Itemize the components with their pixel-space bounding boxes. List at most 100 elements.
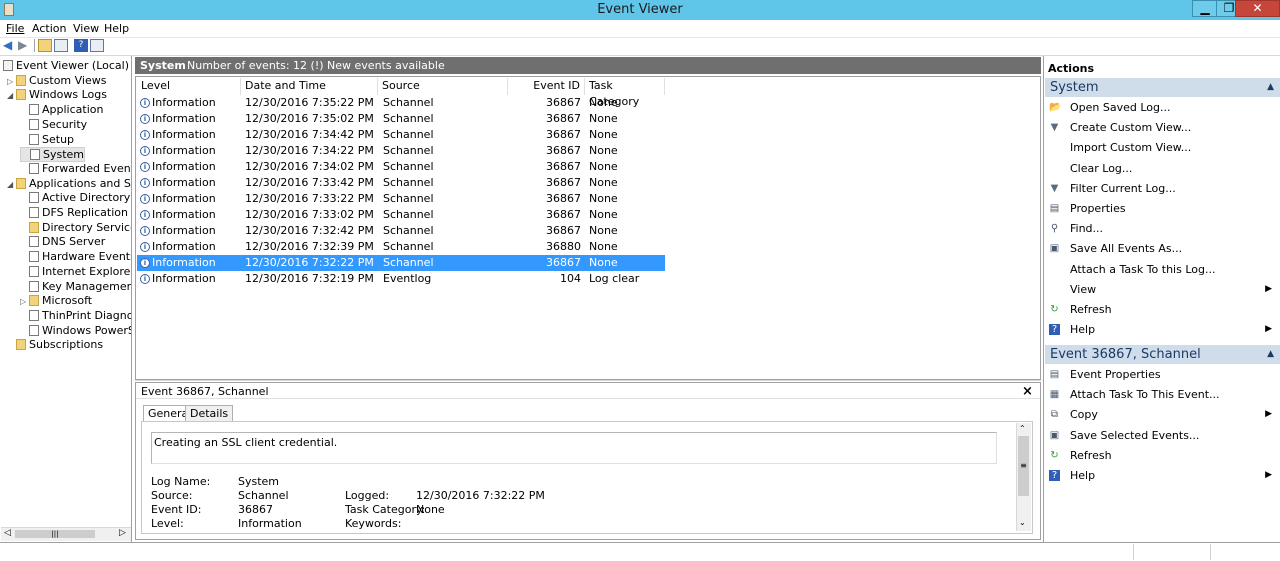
tree-item-event-viewer-local[interactable]: Event Viewer (Local) — [3, 59, 129, 74]
table-row[interactable]: i Information 12/30/2016 7:33:42 PM Schanne… — [137, 175, 665, 191]
collapse-up-icon[interactable]: ▲ — [1267, 345, 1274, 364]
column-date-time[interactable]: Date and Time — [241, 78, 378, 95]
open-folder-icon[interactable] — [38, 39, 52, 52]
action-refresh[interactable]: ↻ Refresh — [1045, 447, 1280, 464]
console-tree-icon[interactable] — [54, 39, 68, 52]
action-event-properties[interactable]: ▤ Event Properties — [1045, 366, 1280, 383]
binoculars-icon: ⚲ — [1050, 223, 1059, 235]
column-event-id[interactable]: Event ID — [508, 78, 585, 95]
detail-scroll-thumb[interactable]: ≡ — [1018, 436, 1029, 496]
close-detail-icon[interactable]: × — [1022, 384, 1033, 399]
close-button[interactable]: ✕ — [1235, 0, 1280, 17]
action-label: Save All Events As... — [1070, 242, 1183, 256]
table-row[interactable]: i Information 12/30/2016 7:32:39 PM Schanne… — [137, 239, 665, 255]
information-icon: i — [140, 98, 150, 108]
tree-scroll-thumb[interactable]: ||| — [15, 530, 95, 538]
tab-details[interactable]: Details — [185, 405, 234, 422]
forward-arrow-icon[interactable]: ▶ — [18, 39, 32, 52]
action-attach-a-task-to-this-log[interactable]: Attach a Task To this Log... — [1045, 261, 1280, 278]
help-icon: ? — [1049, 324, 1060, 336]
collapsed-arrow-icon[interactable]: ▷ — [20, 295, 29, 309]
information-icon: i — [140, 130, 150, 140]
action-view[interactable]: View ▶ — [1045, 281, 1280, 298]
action-save-selected-events[interactable]: ▣ Save Selected Events... — [1045, 427, 1280, 444]
scroll-up-icon[interactable]: ⌃ — [1019, 424, 1026, 433]
action-label: Save Selected Events... — [1070, 428, 1200, 442]
back-arrow-icon[interactable]: ◀ — [3, 39, 17, 52]
tree-item-subscriptions[interactable]: Subscriptions — [7, 338, 103, 353]
tree-item-internet-explorer[interactable]: Internet Explorer — [20, 265, 131, 280]
action-refresh[interactable]: ↻ Refresh — [1045, 301, 1280, 318]
collapsed-arrow-icon[interactable]: ▷ — [7, 75, 16, 89]
tree-item-windows-powershe[interactable]: Windows PowerShe — [20, 324, 131, 339]
tree-item-windows-logs[interactable]: ◢ Windows Logs — [7, 88, 107, 103]
tree-item-microsoft[interactable]: ▷ Microsoft — [20, 294, 92, 309]
table-row[interactable]: i Information 12/30/2016 7:33:22 PM Schanne… — [137, 191, 665, 207]
source-cell: Schannel — [383, 160, 434, 173]
action-find[interactable]: ⚲ Find... — [1045, 220, 1280, 237]
collapse-up-icon[interactable]: ▲ — [1267, 78, 1274, 97]
actions-section-system[interactable]: System ▲ — [1045, 78, 1280, 97]
action-open-saved-log[interactable]: 📂 Open Saved Log... — [1045, 99, 1280, 116]
tree-item-forwarded-events[interactable]: Forwarded Events — [20, 162, 131, 177]
action-help[interactable]: ? Help ▶ — [1045, 321, 1280, 338]
tree-item-setup[interactable]: Setup — [20, 133, 74, 148]
action-pane-icon[interactable] — [90, 39, 104, 52]
table-row[interactable]: i Information 12/30/2016 7:33:02 PM Schanne… — [137, 207, 665, 223]
menu-action[interactable]: Action — [32, 22, 66, 35]
level-cell: Information — [152, 192, 216, 205]
tree-item-application[interactable]: Application — [20, 103, 103, 118]
action-help[interactable]: ? Help ▶ — [1045, 467, 1280, 484]
menu-help[interactable]: Help — [104, 22, 129, 35]
table-row[interactable]: i Information 12/30/2016 7:35:02 PM Schanne… — [137, 111, 665, 127]
source-cell: Schannel — [383, 112, 434, 125]
actions-section-event-label: Event 36867, Schannel — [1050, 347, 1201, 362]
actions-section-event[interactable]: Event 36867, Schannel ▲ — [1045, 345, 1280, 364]
tree-item-label: Microsoft — [42, 294, 93, 308]
action-import-custom-view[interactable]: Import Custom View... — [1045, 139, 1280, 156]
tree-item-security[interactable]: Security — [20, 118, 87, 133]
scroll-down-icon[interactable]: ⌄ — [1019, 518, 1026, 527]
action-filter-current-log[interactable]: ▼ Filter Current Log... — [1045, 180, 1280, 197]
menu-view[interactable]: View — [73, 22, 99, 35]
column-source[interactable]: Source — [378, 78, 508, 95]
table-row[interactable]: i Information 12/30/2016 7:34:22 PM Schanne… — [137, 143, 665, 159]
label-event-id: Event ID: — [151, 503, 202, 516]
minimize-button[interactable]: ▁ — [1192, 0, 1218, 17]
table-row[interactable]: i Information 12/30/2016 7:32:42 PM Schanne… — [137, 223, 665, 239]
table-row[interactable]: i Information 12/30/2016 7:32:19 PM Eventlo… — [137, 271, 665, 287]
tree-item-key-management-se[interactable]: Key Management Se — [20, 280, 131, 295]
action-attach-task-to-this-event[interactable]: ▦ Attach Task To This Event... — [1045, 386, 1280, 403]
action-label: Create Custom View... — [1070, 121, 1192, 135]
scroll-left-icon[interactable]: ◁ — [4, 528, 11, 538]
event-id-cell: 36867 — [546, 208, 581, 221]
menu-file[interactable]: File — [6, 22, 24, 35]
expanded-arrow-icon[interactable]: ◢ — [7, 178, 16, 192]
tree-item-hardware-events[interactable]: Hardware Events — [20, 250, 131, 265]
tree-item-custom-views[interactable]: ▷ Custom Views — [7, 74, 106, 89]
pane-splitter[interactable] — [135, 380, 1041, 381]
expanded-arrow-icon[interactable]: ◢ — [7, 89, 16, 103]
tree-item-directory-service[interactable]: Directory Service — [20, 221, 131, 236]
tree-item-applications-and-servi[interactable]: ◢ Applications and Servi — [7, 177, 131, 192]
tree-item-active-directory-we[interactable]: Active Directory We — [20, 191, 131, 206]
column-task-category[interactable]: Task Category — [585, 78, 665, 108]
action-save-all-events-as[interactable]: ▣ Save All Events As... — [1045, 240, 1280, 257]
table-row[interactable]: i Information 12/30/2016 7:34:02 PM Schanne… — [137, 159, 665, 175]
tree-item-thinprint-diagnostic[interactable]: ThinPrint Diagnostic — [20, 309, 131, 324]
column-level[interactable]: Level — [137, 78, 241, 95]
table-row[interactable]: i Information 12/30/2016 7:35:22 PM Schanne… — [137, 95, 665, 111]
help-icon[interactable]: ? — [74, 39, 88, 52]
scroll-right-icon[interactable]: ▷ — [119, 528, 126, 538]
console-tree: Event Viewer (Local) ▷ Custom Views ◢ Window… — [1, 57, 131, 527]
action-create-custom-view[interactable]: ▼ Create Custom View... — [1045, 119, 1280, 136]
tree-item-dfs-replication[interactable]: DFS Replication — [20, 206, 128, 221]
action-clear-log[interactable]: Clear Log... — [1045, 160, 1280, 177]
action-properties[interactable]: ▤ Properties — [1045, 200, 1280, 217]
table-row[interactable]: i Information 12/30/2016 7:32:22 PM Schanne… — [137, 255, 665, 271]
toolbar-bottom-divider — [0, 55, 1280, 56]
tree-item-system[interactable]: System — [20, 147, 86, 163]
action-copy[interactable]: ⧉ Copy ▶ — [1045, 406, 1280, 423]
tree-item-dns-server[interactable]: DNS Server — [20, 235, 105, 250]
table-row[interactable]: i Information 12/30/2016 7:34:42 PM Schanne… — [137, 127, 665, 143]
